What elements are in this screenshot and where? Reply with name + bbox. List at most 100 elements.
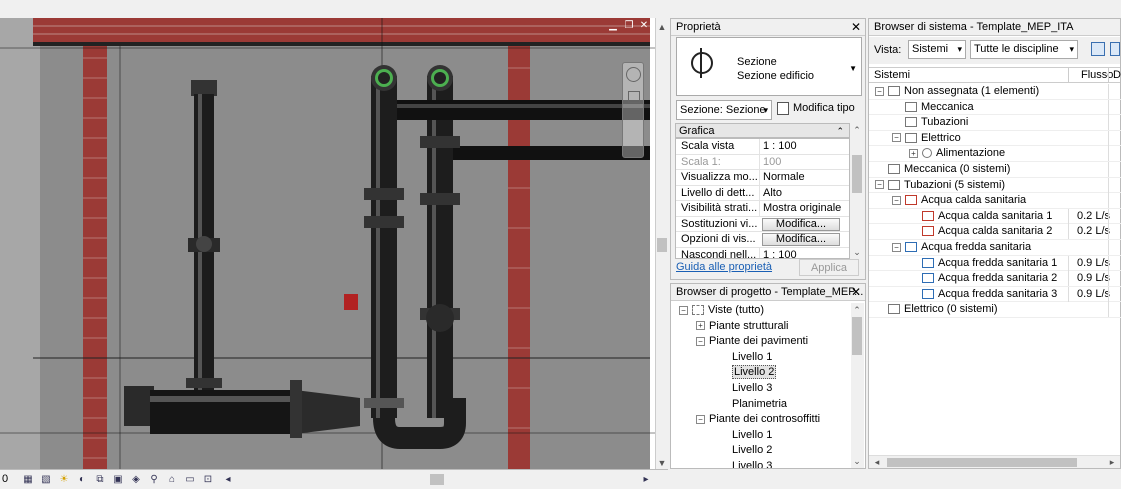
collapse-icon[interactable]: − [696, 336, 705, 346]
system-tree-row[interactable]: − Acqua fredda sanitaria [869, 240, 1121, 256]
viewport-vertical-scrollbar[interactable]: ▲ ▼ [655, 18, 668, 469]
analytical-model-icon[interactable]: ⌂ [166, 474, 178, 486]
visual-style-icon[interactable]: ▧ [40, 474, 52, 486]
system-tree-row[interactable]: Acqua fredda sanitaria 2 0.9 L/s [869, 271, 1121, 287]
instance-filter-dropdown[interactable]: Sezione: Sezione ▾ [676, 100, 772, 120]
system-tree-row[interactable]: Acqua calda sanitaria 2 0.2 L/s [869, 224, 1121, 240]
scroll-thumb[interactable] [852, 155, 862, 193]
property-row[interactable]: Scala 1: 100 [676, 154, 849, 170]
system-tree-row[interactable]: − Elettrico [869, 130, 1121, 147]
shadows-icon[interactable]: ◐ [76, 474, 88, 486]
system-tree-row[interactable]: − Non assegnata (1 elementi) [869, 84, 1121, 100]
property-value[interactable]: 1 : 100 [759, 139, 849, 154]
show-crop-icon[interactable]: ▣ [112, 474, 124, 486]
collapse-icon[interactable]: ⌃ [836, 124, 844, 138]
constraints-icon[interactable]: ⊡ [202, 474, 214, 486]
project-tree-item[interactable]: Livello 2 [732, 443, 772, 459]
flow-column-header[interactable]: Flusso [1068, 68, 1113, 83]
scroll-thumb[interactable] [887, 458, 1077, 467]
temporary-hide-icon[interactable]: ◈ [130, 474, 142, 486]
system-tree-row[interactable]: Meccanica [869, 99, 1121, 116]
d-column-header[interactable]: D [1108, 68, 1121, 83]
scroll-down-icon[interactable]: ⌄ [851, 456, 863, 466]
project-tree-item[interactable]: + Piante strutturali [696, 319, 788, 335]
project-tree-item[interactable]: Livello 1 [732, 350, 772, 366]
systems-column-header[interactable]: Sistemi [874, 68, 910, 83]
sun-path-icon[interactable]: ☀ [58, 474, 70, 486]
properties-help-link[interactable]: Guida alle proprietà [676, 261, 772, 273]
property-value[interactable]: Alto [759, 185, 849, 201]
scroll-up-icon[interactable]: ⌃ [851, 305, 863, 315]
autofit-icon[interactable] [1110, 42, 1120, 56]
system-tree-row[interactable]: − Tubazioni (5 sistemi) [869, 177, 1121, 194]
project-browser-scrollbar[interactable]: ⌃ ⌄ [851, 303, 864, 468]
property-row[interactable]: Nascondi nell... 1 : 100 [676, 247, 849, 258]
edit-button[interactable]: Modifica... [762, 217, 840, 231]
system-tree-row[interactable]: − Acqua calda sanitaria [869, 193, 1121, 209]
system-tree-row[interactable]: + Alimentazione [869, 146, 1121, 162]
project-tree-item[interactable]: Livello 3 [732, 381, 772, 397]
viewport-restore-button[interactable]: ❐ [622, 20, 636, 32]
project-tree-item[interactable]: − Piante dei controsoffitti [696, 412, 820, 428]
viewport-close-button[interactable]: ✕ [637, 20, 651, 32]
property-value[interactable]: Mostra originale [759, 201, 849, 216]
collapse-icon[interactable]: − [875, 86, 884, 96]
scroll-down-icon[interactable]: ▼ [656, 458, 668, 468]
view-dropdown[interactable]: Sistemi ▾ [908, 40, 966, 59]
collapse-icon[interactable]: − [696, 414, 705, 424]
crop-view-icon[interactable]: ⧉ [94, 474, 106, 486]
property-row[interactable]: Scala vista 1 : 100 [676, 139, 849, 155]
type-selector[interactable]: Sezione Sezione edificio ▼ [676, 37, 862, 96]
project-tree-item[interactable]: Livello 3 [732, 459, 772, 468]
property-value[interactable]: 1 : 100 [759, 247, 849, 258]
project-tree-item[interactable]: Livello 2 [732, 365, 777, 381]
collapse-icon[interactable]: − [892, 133, 901, 143]
property-row[interactable]: Visualizza mo... Normale [676, 170, 849, 186]
discipline-dropdown[interactable]: Tutte le discipline ▾ [970, 40, 1078, 59]
scroll-up-icon[interactable]: ▲ [656, 22, 668, 32]
system-tree-row[interactable]: Tubazioni [869, 115, 1121, 131]
detail-level-icon[interactable]: ▦ [22, 474, 34, 486]
zoom-icon[interactable] [628, 91, 640, 103]
chevron-down-icon[interactable]: ▾ [763, 101, 768, 119]
scroll-down-icon[interactable]: ⌄ [851, 247, 863, 257]
property-value[interactable]: Normale [759, 170, 849, 185]
edit-type-icon[interactable] [777, 102, 789, 115]
collapse-icon[interactable]: − [875, 180, 884, 190]
system-browser-hscrollbar[interactable]: ◂ ▸ [869, 455, 1120, 468]
edit-button[interactable]: Modifica... [762, 233, 840, 246]
graphics-group-header[interactable]: Grafica ⌃ [675, 123, 850, 138]
steering-wheel-icon[interactable] [626, 67, 641, 82]
viewport-minimize-button[interactable]: ▁ [606, 20, 620, 32]
section-viewport[interactable]: ▁ ❐ ✕ [0, 18, 655, 469]
chevron-down-icon[interactable]: ▾ [1069, 41, 1074, 58]
scroll-right-icon[interactable]: ▸ [1106, 457, 1118, 467]
scroll-up-icon[interactable]: ⌃ [851, 125, 863, 135]
column-settings-icon[interactable] [1091, 42, 1105, 56]
scroll-thumb[interactable] [657, 238, 667, 252]
edit-type-button[interactable]: Modifica tipo [793, 102, 855, 114]
highlight-displacement-icon[interactable]: ▭ [184, 474, 196, 486]
project-tree-item[interactable]: Planimetria [732, 397, 787, 413]
properties-scrollbar[interactable]: ⌃ ⌄ [851, 123, 864, 259]
chevron-down-icon[interactable]: ▾ [957, 41, 962, 58]
apply-button[interactable]: Applica [799, 259, 859, 276]
property-row[interactable]: Sostituzioni vi... Modifica... [676, 217, 849, 232]
project-tree-item[interactable]: Livello 1 [732, 428, 772, 444]
reveal-hidden-icon[interactable]: ⚲ [148, 474, 160, 486]
properties-close-button[interactable]: ✕ [851, 19, 861, 36]
property-row[interactable]: Visibilità strati... Mostra originale [676, 201, 849, 217]
project-browser-close-button[interactable]: ✕ [851, 284, 861, 301]
property-row[interactable]: Livello di dett... Alto [676, 185, 849, 201]
system-tree-row[interactable]: Acqua fredda sanitaria 3 0.9 L/s [869, 286, 1121, 303]
expand-icon[interactable]: + [909, 148, 918, 158]
expand-icon[interactable]: + [696, 321, 705, 331]
property-value[interactable]: 100 [759, 154, 849, 170]
system-tree-row[interactable]: Meccanica (0 sistemi) [869, 162, 1121, 178]
project-tree-item[interactable]: − Piante dei pavimenti [696, 334, 808, 350]
project-tree-item[interactable]: − Viste (tutto) [679, 303, 764, 319]
scroll-left-icon[interactable]: ◂ [222, 474, 234, 486]
system-tree-row[interactable]: Acqua calda sanitaria 1 0.2 L/s [869, 208, 1121, 225]
property-row[interactable]: Opzioni di vis... Modifica... [676, 232, 849, 248]
navigation-bar[interactable] [622, 62, 644, 158]
